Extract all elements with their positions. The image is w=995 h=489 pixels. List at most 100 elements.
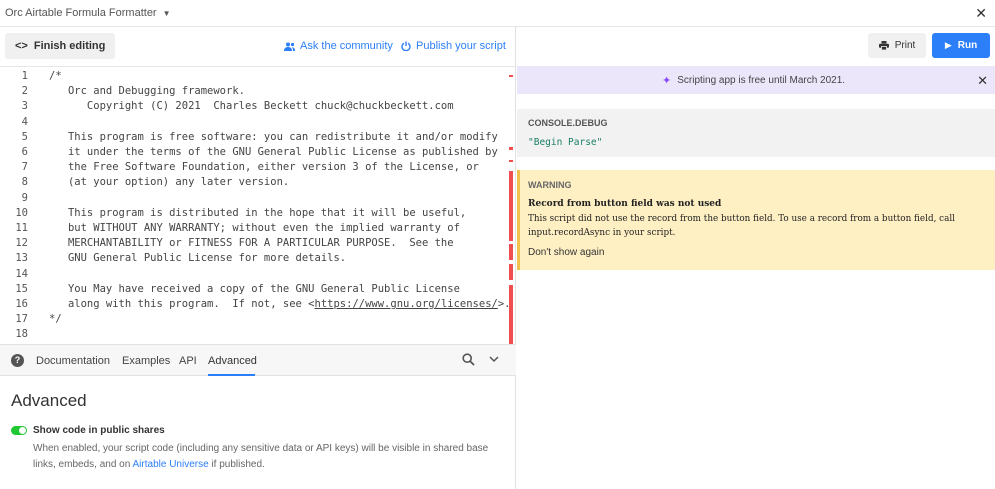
print-button[interactable]: Print xyxy=(868,33,926,58)
play-icon: ▶ xyxy=(944,40,952,50)
close-icon[interactable]: ✕ xyxy=(975,5,987,22)
line-number: 9 xyxy=(21,191,28,204)
code-line[interactable]: 8 (at your option) any later version. xyxy=(0,176,508,191)
line-text: MERCHANTABILITY or FITNESS FOR A PARTICU… xyxy=(49,237,454,250)
tab-advanced[interactable]: Advanced xyxy=(208,355,257,367)
line-text: This program is free software: you can r… xyxy=(49,130,498,143)
scrollbar-error-marker xyxy=(509,285,513,347)
line-content: /* xyxy=(49,70,62,82)
code-line[interactable]: 7 the Free Software Foundation, either v… xyxy=(0,161,508,176)
line-number: 4 xyxy=(21,115,28,128)
code-line[interactable]: 12 MERCHANTABILITY or FITNESS FOR A PART… xyxy=(0,237,508,252)
advanced-heading: Advanced xyxy=(11,391,87,410)
warning-title: Record from button field was not used xyxy=(528,199,722,209)
publish-script-link[interactable]: Publish your script xyxy=(401,40,506,52)
code-icon: <> xyxy=(15,40,28,52)
line-number: 16 xyxy=(15,298,28,310)
run-label: Run xyxy=(957,40,978,51)
warning-entry: WARNING Record from button field was not… xyxy=(517,170,995,270)
tab-examples[interactable]: Examples xyxy=(122,355,170,367)
line-content: MERCHANTABILITY or FITNESS FOR A PARTICU… xyxy=(49,237,454,249)
line-number: 1 xyxy=(21,70,28,82)
line-content: Orc and Debugging framework. xyxy=(49,85,245,97)
chevron-down-icon[interactable] xyxy=(489,355,499,363)
banner-text: Scripting app is free until March 2021. xyxy=(677,75,846,86)
line-content: This program is distributed in the hope … xyxy=(49,207,466,219)
line-number: 18 xyxy=(15,328,28,341)
line-text: but WITHOUT ANY WARRANTY; without even t… xyxy=(49,222,460,234)
code-line[interactable]: 13 GNU General Public License for more d… xyxy=(0,252,508,267)
line-number: 12 xyxy=(15,237,28,250)
show-code-label: Show code in public shares xyxy=(33,425,165,436)
output-pane: Print ▶ Run ✦ Scripting app is free unti… xyxy=(517,27,995,489)
line-text: the Free Software Foundation, either ver… xyxy=(49,161,479,174)
code-line[interactable]: 10 This program is distributed in the ho… xyxy=(0,207,508,222)
editor-pane: <> Finish editing Ask the community Publ… xyxy=(0,27,516,489)
license-url[interactable]: https://www.gnu.org/licenses/ xyxy=(315,298,498,310)
title-bar: Orc Airtable Formula Formatter ▼ ✕ xyxy=(0,0,995,27)
promo-banner: ✦ Scripting app is free until March 2021… xyxy=(517,66,995,94)
show-code-toggle[interactable] xyxy=(11,426,27,435)
line-number: 13 xyxy=(15,252,28,265)
line-number: 17 xyxy=(15,313,28,326)
code-line[interactable]: 9 xyxy=(0,192,508,207)
code-line[interactable]: 4 xyxy=(0,116,508,131)
console-debug-entry: CONSOLE.DEBUG "Begin Parse" xyxy=(517,109,995,157)
code-line[interactable]: 11 but WITHOUT ANY WARRANTY; without eve… xyxy=(0,222,508,237)
scrollbar-error-marker xyxy=(509,264,513,280)
line-number: 15 xyxy=(15,282,28,295)
line-number: 5 xyxy=(21,130,28,143)
finish-editing-button[interactable]: <> Finish editing xyxy=(5,33,116,59)
line-content: This program is free software: you can r… xyxy=(49,131,498,143)
run-button[interactable]: ▶ Run xyxy=(932,33,990,58)
active-tab-indicator xyxy=(208,374,255,376)
warning-accent-bar xyxy=(517,170,520,270)
line-text: */ xyxy=(49,313,62,326)
printer-icon xyxy=(878,41,889,50)
banner-close-icon[interactable]: ✕ xyxy=(977,73,988,89)
code-line[interactable]: 6 it under the terms of the GNU General … xyxy=(0,146,508,161)
line-number: 3 xyxy=(21,100,28,113)
app-title[interactable]: Orc Airtable Formula Formatter xyxy=(5,7,157,19)
code-line[interactable]: 1 /* xyxy=(0,70,508,85)
code-editor[interactable]: 1/* 2 Orc and Debugging framework. 3 Copyr… xyxy=(0,66,516,347)
scrollbar-error-marker xyxy=(509,75,513,77)
code-line[interactable]: 3 Copyright (C) 2021 Charles Beckett chu… xyxy=(0,100,508,115)
editor-toolbar: <> Finish editing Ask the community Publ… xyxy=(0,27,515,66)
help-icon[interactable]: ? xyxy=(11,354,24,367)
line-number: 8 xyxy=(21,176,28,189)
code-line[interactable]: 16 along with this program. If not, see … xyxy=(0,298,511,313)
code-line[interactable]: 18 xyxy=(0,328,508,343)
line-number: 7 xyxy=(21,161,28,174)
ask-community-link[interactable]: Ask the community xyxy=(284,40,393,52)
scrollbar-error-marker xyxy=(509,160,513,162)
line-text: it under the terms of the GNU General Pu… xyxy=(49,146,498,158)
line-content: along with this program. If not, see <ht… xyxy=(49,298,511,310)
title-dropdown-icon[interactable]: ▼ xyxy=(163,9,171,18)
line-text: /* xyxy=(49,70,62,82)
code-line[interactable]: 15 You May have received a copy of the G… xyxy=(0,283,508,298)
tab-api[interactable]: API xyxy=(179,355,197,367)
code-line[interactable]: 14 xyxy=(0,268,508,283)
airtable-universe-link[interactable]: Airtable Universe xyxy=(133,459,209,470)
line-content: Copyright (C) 2021 Charles Beckett chuck… xyxy=(49,100,454,112)
publish-script-label: Publish your script xyxy=(416,40,506,52)
code-line[interactable]: 2 Orc and Debugging framework. xyxy=(0,85,508,100)
print-label: Print xyxy=(894,40,916,51)
warning-message: This script did not use the record from … xyxy=(528,214,955,238)
line-content: but WITHOUT ANY WARRANTY; without even t… xyxy=(49,222,460,234)
code-line[interactable]: 17 */ xyxy=(0,313,508,328)
line-number: 11 xyxy=(15,222,28,234)
line-content: it under the terms of the GNU General Pu… xyxy=(49,146,498,158)
power-icon xyxy=(401,41,411,51)
line-number: 2 xyxy=(21,85,28,98)
line-content: You May have received a copy of the GNU … xyxy=(49,283,460,295)
line-text: Orc and Debugging framework. xyxy=(49,85,245,98)
search-icon[interactable] xyxy=(462,353,475,366)
dont-show-again-link[interactable]: Don't show again xyxy=(528,247,604,258)
tab-documentation[interactable]: Documentation xyxy=(36,355,110,367)
code-line[interactable]: 5 This program is free software: you can… xyxy=(0,131,508,146)
line-number: 10 xyxy=(15,206,28,219)
bottom-tab-bar: ? Documentation Examples API Advanced xyxy=(0,344,516,376)
debug-value: "Begin Parse" xyxy=(528,137,603,148)
